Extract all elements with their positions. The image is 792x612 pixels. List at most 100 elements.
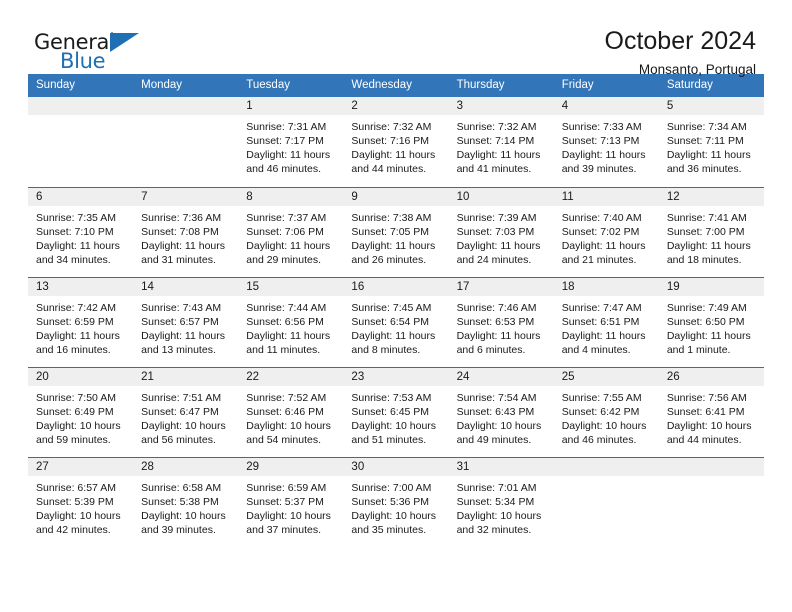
calendar-day-cell[interactable]: 30 Sunrise: 7:00 AM Sunset: 5:36 PM Dayligh… xyxy=(343,456,449,547)
day-details: Sunrise: 6:59 AM Sunset: 5:37 PM Daylight:… xyxy=(238,476,343,537)
sunrise-text: Sunrise: 7:31 AM xyxy=(246,121,327,133)
day-details: Sunrise: 7:33 AM Sunset: 7:13 PM Daylight:… xyxy=(554,115,659,176)
daylight-text: Daylight: 11 hours and 1 minute. xyxy=(666,329,751,356)
daylight-text: Daylight: 11 hours and 4 minutes. xyxy=(561,329,646,356)
day-number: 4 xyxy=(553,97,659,115)
sunrise-text: Sunrise: 7:49 AM xyxy=(666,301,747,314)
calendar-day-cell[interactable]: 26 Sunrise: 7:56 AM Sunset: 6:41 PM Dayligh… xyxy=(658,366,764,457)
calendar-day-cell[interactable]: 13 Sunrise: 7:42 AM Sunset: 6:59 PM Dayligh… xyxy=(28,276,134,367)
sunset-text: Sunset: 7:06 PM xyxy=(246,225,324,238)
sunrise-text: Sunrise: 7:37 AM xyxy=(246,211,327,224)
calendar-day-cell[interactable]: 22 Sunrise: 7:52 AM Sunset: 6:46 PM Dayligh… xyxy=(238,366,344,457)
day-number: 3 xyxy=(448,97,554,115)
weekday-header-sunday: Sunday xyxy=(28,74,134,97)
day-number: 2 xyxy=(343,97,449,115)
sunrise-text: Sunrise: 7:40 AM xyxy=(561,211,642,224)
day-number xyxy=(553,457,659,476)
calendar-day-cell[interactable]: 15 Sunrise: 7:44 AM Sunset: 6:56 PM Dayligh… xyxy=(238,276,344,367)
day-details: Sunrise: 7:32 AM Sunset: 7:14 PM Daylight:… xyxy=(449,115,554,176)
sunrise-text: Sunrise: 7:34 AM xyxy=(666,121,747,133)
calendar-day-cell[interactable]: 23 Sunrise: 7:53 AM Sunset: 6:45 PM Dayligh… xyxy=(343,366,449,457)
day-number xyxy=(133,97,239,115)
calendar-day-cell[interactable]: 8 Sunrise: 7:37 AM Sunset: 7:06 PM Daylight… xyxy=(238,186,344,277)
calendar-day-cell[interactable]: 9 Sunrise: 7:38 AM Sunset: 7:05 PM Daylight… xyxy=(343,186,449,277)
calendar-day-cell-empty xyxy=(658,456,764,547)
sunrise-text: Sunrise: 7:47 AM xyxy=(561,301,642,314)
sunrise-text: Sunrise: 7:46 AM xyxy=(456,301,537,314)
calendar-day-cell[interactable]: 7 Sunrise: 7:36 AM Sunset: 7:08 PM Daylight… xyxy=(133,186,239,277)
day-details: Sunrise: 7:00 AM Sunset: 5:36 PM Daylight:… xyxy=(343,476,448,537)
day-details: Sunrise: 7:47 AM Sunset: 6:51 PM Daylight:… xyxy=(554,296,659,357)
sunset-text: Sunset: 5:39 PM xyxy=(36,495,114,508)
day-number: 25 xyxy=(553,367,659,386)
sunrise-text: Sunrise: 7:50 AM xyxy=(36,391,116,404)
sunset-text: Sunset: 5:37 PM xyxy=(246,495,324,508)
day-details: Sunrise: 7:54 AM Sunset: 6:43 PM Daylight:… xyxy=(449,386,554,447)
calendar-day-cell[interactable]: 21 Sunrise: 7:51 AM Sunset: 6:47 PM Dayligh… xyxy=(133,366,239,457)
calendar-day-cell[interactable]: 12 Sunrise: 7:41 AM Sunset: 7:00 PM Dayligh… xyxy=(658,186,764,277)
calendar-day-cell[interactable]: 1 Sunrise: 7:31 AM Sunset: 7:17 PM Daylight… xyxy=(238,97,344,187)
calendar-day-cell[interactable]: 5 Sunrise: 7:34 AM Sunset: 7:11 PM Daylight… xyxy=(658,97,764,187)
calendar-day-cell[interactable]: 6 Sunrise: 7:35 AM Sunset: 7:10 PM Daylight… xyxy=(28,186,134,277)
sunrise-text: Sunrise: 7:56 AM xyxy=(666,391,747,404)
sunset-text: Sunset: 7:08 PM xyxy=(141,225,219,238)
calendar-day-cell[interactable]: 31 Sunrise: 7:01 AM Sunset: 5:34 PM Dayligh… xyxy=(448,456,554,547)
sunset-text: Sunset: 7:05 PM xyxy=(351,225,430,238)
calendar-day-cell[interactable]: 24 Sunrise: 7:54 AM Sunset: 6:43 PM Dayligh… xyxy=(448,366,554,457)
daylight-text: Daylight: 10 hours and 42 minutes. xyxy=(36,509,121,536)
sunrise-text: Sunrise: 7:32 AM xyxy=(351,121,432,133)
daylight-text: Daylight: 10 hours and 54 minutes. xyxy=(246,419,331,446)
day-number: 27 xyxy=(28,457,134,476)
calendar-day-cell-empty xyxy=(553,456,659,547)
day-number: 16 xyxy=(343,277,449,296)
calendar-day-cell[interactable]: 3 Sunrise: 7:32 AM Sunset: 7:14 PM Daylight… xyxy=(448,97,554,187)
daylight-text: Daylight: 11 hours and 41 minutes. xyxy=(456,149,541,175)
calendar-day-cell[interactable]: 14 Sunrise: 7:43 AM Sunset: 6:57 PM Dayligh… xyxy=(133,276,239,367)
calendar-header-row: Sunday Monday Tuesday Wednesday Thursday Frid… xyxy=(28,74,764,97)
day-details: Sunrise: 7:40 AM Sunset: 7:02 PM Daylight:… xyxy=(554,206,659,267)
calendar-day-cell[interactable]: 25 Sunrise: 7:55 AM Sunset: 6:42 PM Dayligh… xyxy=(553,366,659,457)
sunrise-text: Sunrise: 7:01 AM xyxy=(456,481,537,494)
day-number: 11 xyxy=(553,187,659,206)
sunset-text: Sunset: 6:50 PM xyxy=(666,315,745,328)
sunset-text: Sunset: 6:53 PM xyxy=(456,315,535,328)
calendar-day-cell[interactable]: 16 Sunrise: 7:45 AM Sunset: 6:54 PM Dayligh… xyxy=(343,276,449,367)
sunset-text: Sunset: 7:00 PM xyxy=(666,225,745,238)
sunrise-text: Sunrise: 7:41 AM xyxy=(666,211,747,224)
page-header: General Blue October 2024 Monsanto, Port… xyxy=(0,0,792,77)
daylight-text: Daylight: 11 hours and 36 minutes. xyxy=(666,149,751,175)
sunset-text: Sunset: 6:46 PM xyxy=(246,405,324,418)
calendar-day-cell[interactable]: 20 Sunrise: 7:50 AM Sunset: 6:49 PM Dayligh… xyxy=(28,366,134,457)
daylight-text: Daylight: 11 hours and 11 minutes. xyxy=(246,329,331,356)
calendar-day-cell[interactable]: 19 Sunrise: 7:49 AM Sunset: 6:50 PM Dayligh… xyxy=(658,276,764,367)
daylight-text: Daylight: 11 hours and 34 minutes. xyxy=(36,239,120,266)
sunset-text: Sunset: 5:34 PM xyxy=(456,495,535,508)
page-subtitle: Monsanto, Portugal xyxy=(638,61,756,77)
sunrise-text: Sunrise: 7:33 AM xyxy=(561,121,642,133)
sunset-text: Sunset: 6:47 PM xyxy=(141,405,219,418)
sunset-text: Sunset: 6:49 PM xyxy=(36,405,114,418)
calendar-day-cell[interactable]: 29 Sunrise: 6:59 AM Sunset: 5:37 PM Dayligh… xyxy=(238,456,344,547)
day-number: 7 xyxy=(133,187,239,206)
sunrise-text: Sunrise: 7:53 AM xyxy=(351,391,432,404)
day-number: 18 xyxy=(553,277,659,296)
daylight-text: Daylight: 11 hours and 46 minutes. xyxy=(246,149,331,175)
calendar-day-cell[interactable]: 4 Sunrise: 7:33 AM Sunset: 7:13 PM Daylight… xyxy=(553,97,659,187)
day-number: 6 xyxy=(28,187,134,206)
calendar-day-cell[interactable]: 18 Sunrise: 7:47 AM Sunset: 6:51 PM Dayligh… xyxy=(553,276,659,367)
weekday-header-tuesday: Tuesday xyxy=(238,74,344,97)
calendar-day-cell[interactable]: 11 Sunrise: 7:40 AM Sunset: 7:02 PM Dayligh… xyxy=(553,186,659,277)
day-details: Sunrise: 7:32 AM Sunset: 7:16 PM Daylight:… xyxy=(343,115,448,176)
general-blue-logo: General Blue xyxy=(34,30,146,76)
calendar-day-cell[interactable]: 2 Sunrise: 7:32 AM Sunset: 7:16 PM Daylight… xyxy=(343,97,449,187)
calendar-day-cell[interactable]: 27 Sunrise: 6:57 AM Sunset: 5:39 PM Dayligh… xyxy=(28,456,134,547)
calendar-day-cell[interactable]: 17 Sunrise: 7:46 AM Sunset: 6:53 PM Dayligh… xyxy=(448,276,554,367)
sunset-text: Sunset: 6:54 PM xyxy=(351,315,430,328)
calendar-week-row: 20 Sunrise: 7:50 AM Sunset: 6:49 PM Dayligh… xyxy=(28,366,764,457)
calendar-day-cell[interactable]: 28 Sunrise: 6:58 AM Sunset: 5:38 PM Dayligh… xyxy=(133,456,239,547)
daylight-text: Daylight: 11 hours and 6 minutes. xyxy=(456,329,541,356)
calendar-page: General Blue October 2024 Monsanto, Port… xyxy=(0,0,792,612)
calendar-day-cell[interactable]: 10 Sunrise: 7:39 AM Sunset: 7:03 PM Dayligh… xyxy=(448,186,554,277)
day-number: 13 xyxy=(28,277,134,296)
sunrise-text: Sunrise: 6:57 AM xyxy=(36,481,116,494)
